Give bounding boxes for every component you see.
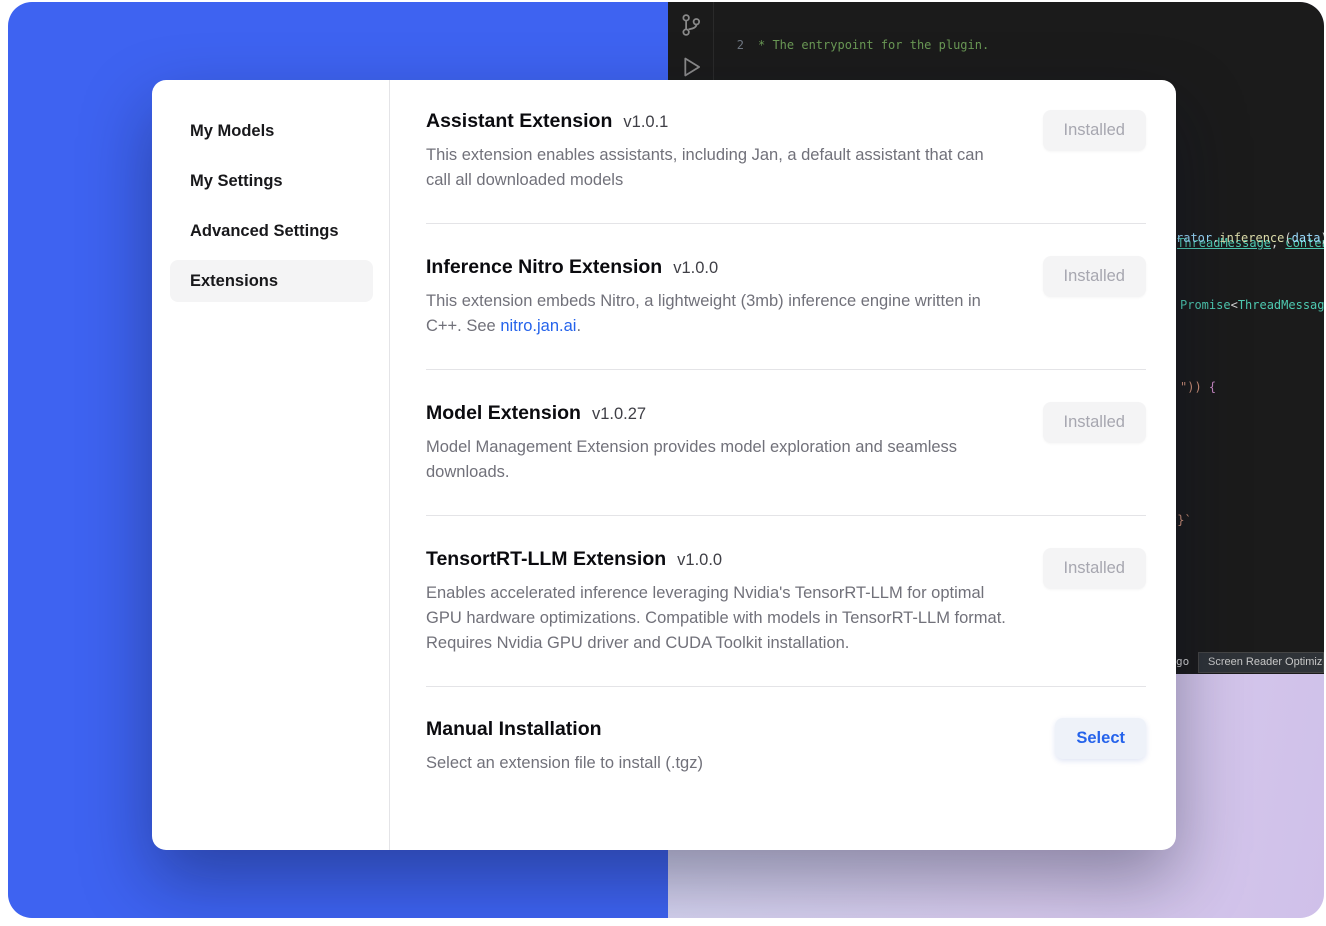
code-token: ( <box>1284 231 1291 245</box>
code-token: inference <box>1219 231 1284 245</box>
extension-info: Model Extension v1.0.27 Model Management… <box>426 402 1011 485</box>
code-token: * The entrypoint for the plugin. <box>758 38 989 52</box>
extension-row-inference-nitro: Inference Nitro Extension v1.0.0 This ex… <box>426 224 1146 370</box>
sidebar-item-my-settings[interactable]: My Settings <box>170 160 373 202</box>
extension-version: v1.0.0 <box>673 259 718 278</box>
code-token: { <box>1209 380 1216 394</box>
code-token: data <box>1292 231 1321 245</box>
extension-version: v1.0.0 <box>677 551 722 570</box>
code-token: rator <box>1176 231 1212 245</box>
sidebar-item-advanced-settings[interactable]: Advanced Settings <box>170 210 373 252</box>
extension-description: This extension embeds Nitro, a lightweig… <box>426 289 1011 339</box>
installed-button[interactable]: Installed <box>1043 110 1146 151</box>
manual-installation-row: Manual Installation Select an extension … <box>426 687 1146 800</box>
extension-row-model: Model Extension v1.0.27 Model Management… <box>426 370 1146 516</box>
code-token: < <box>1231 298 1238 312</box>
extension-version: v1.0.1 <box>623 113 668 132</box>
code-token: Promise <box>1180 298 1231 312</box>
extensions-list: Assistant Extension v1.0.1 This extensio… <box>390 80 1176 850</box>
code-token: )); <box>1321 231 1324 245</box>
source-control-icon[interactable] <box>678 12 704 38</box>
sidebar-item-extensions[interactable]: Extensions <box>170 260 373 302</box>
installed-button[interactable]: Installed <box>1043 256 1146 297</box>
code-fragment: ")) { <box>1180 379 1216 396</box>
line-number: 2 <box>714 37 744 54</box>
extension-row-assistant: Assistant Extension v1.0.1 This extensio… <box>426 110 1146 224</box>
extension-title: TensortRT-LLM Extension <box>426 548 666 571</box>
app-window: 2* The entrypoint for the plugin. 3*/ 4 … <box>8 2 1324 918</box>
screen-reader-status-chip[interactable]: Screen Reader Optimized <box>1198 652 1324 673</box>
run-icon[interactable] <box>678 54 704 80</box>
description-text: . <box>576 317 581 335</box>
code-token: ThreadMessage <box>1238 298 1324 312</box>
sidebar-item-my-models[interactable]: My Models <box>170 110 373 152</box>
code-fragment: rator.inference(data)); <box>1176 230 1324 247</box>
code-token: ")) <box>1180 380 1209 394</box>
status-bar-text: go <box>1176 654 1189 671</box>
manual-installation-title: Manual Installation <box>426 718 602 741</box>
extension-description: Model Management Extension provides mode… <box>426 435 1011 485</box>
extension-title: Assistant Extension <box>426 110 612 133</box>
nitro-link[interactable]: nitro.jan.ai <box>500 317 576 335</box>
extension-info: Assistant Extension v1.0.1 This extensio… <box>426 110 1011 193</box>
installed-button[interactable]: Installed <box>1043 548 1146 589</box>
settings-sidebar: My Models My Settings Advanced Settings … <box>152 80 390 850</box>
screenshot-canvas: 2* The entrypoint for the plugin. 3*/ 4 … <box>0 0 1326 926</box>
code-fragment: Promise<ThreadMessage> <box>1180 297 1324 314</box>
manual-installation-description: Select an extension file to install (.tg… <box>426 751 703 776</box>
extension-description: This extension enables assistants, inclu… <box>426 143 1011 193</box>
settings-modal: My Models My Settings Advanced Settings … <box>152 80 1176 850</box>
extension-info: TensortRT-LLM Extension v1.0.0 Enables a… <box>426 548 1011 656</box>
extension-title: Inference Nitro Extension <box>426 256 662 279</box>
extension-description: Enables accelerated inference leveraging… <box>426 581 1011 656</box>
select-file-button[interactable]: Select <box>1055 718 1146 759</box>
extension-row-tensorrt-llm: TensortRT-LLM Extension v1.0.0 Enables a… <box>426 516 1146 687</box>
code-line: 2 * The entrypoint for the plugin. <box>714 37 1324 54</box>
extension-title: Model Extension <box>426 402 581 425</box>
installed-button[interactable]: Installed <box>1043 402 1146 443</box>
extension-info: Inference Nitro Extension v1.0.0 This ex… <box>426 256 1011 339</box>
extension-info: Manual Installation Select an extension … <box>426 718 703 776</box>
extension-version: v1.0.27 <box>592 405 646 424</box>
